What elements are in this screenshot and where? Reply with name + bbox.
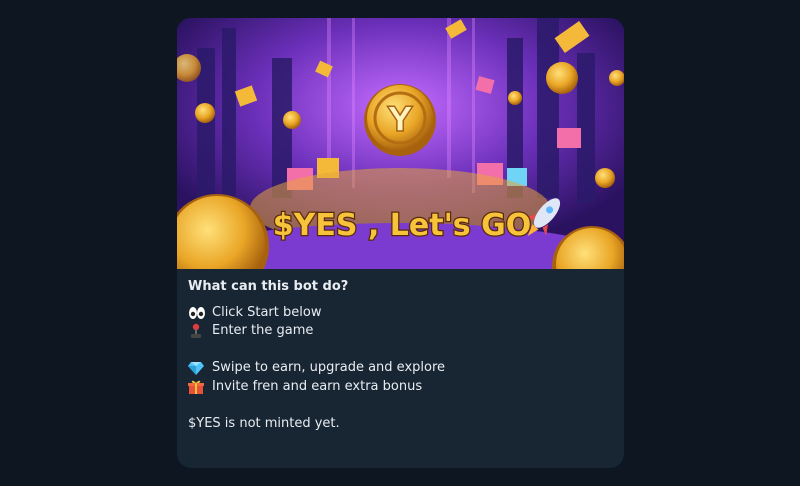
- bot-description: What can this bot do? Click Start below: [177, 269, 624, 433]
- banner-art: Y $YES , Let's GO: [177, 18, 624, 269]
- description-line: Invite fren and earn extra bonus: [188, 378, 613, 397]
- description-line: Enter the game: [188, 322, 613, 341]
- description-footer: $YES is not minted yet.: [188, 415, 340, 431]
- chat-background: Y $YES , Let's GO What can this bot do? …: [0, 0, 800, 486]
- description-text: Invite fren and earn extra bonus: [212, 378, 423, 394]
- description-line: Click Start below: [188, 304, 613, 323]
- gift-icon: [188, 379, 208, 395]
- banner-headline: $YES , Let's GO: [273, 208, 531, 243]
- description-text: Swipe to earn, upgrade and explore: [212, 360, 446, 375]
- bot-banner-image: Y $YES , Let's GO: [177, 18, 624, 269]
- description-text: Click Start below: [212, 304, 322, 320]
- description-title: What can this bot do?: [188, 279, 349, 294]
- description-line: Swipe to earn, upgrade and explore: [188, 359, 613, 378]
- description-text: Enter the game: [212, 323, 314, 338]
- gem-icon: [188, 360, 208, 376]
- joystick-icon: [188, 323, 208, 339]
- bot-description-card: Y $YES , Let's GO What can this bot do? …: [177, 18, 624, 468]
- coin-letter: Y: [387, 100, 413, 140]
- eyes-icon: [188, 305, 208, 321]
